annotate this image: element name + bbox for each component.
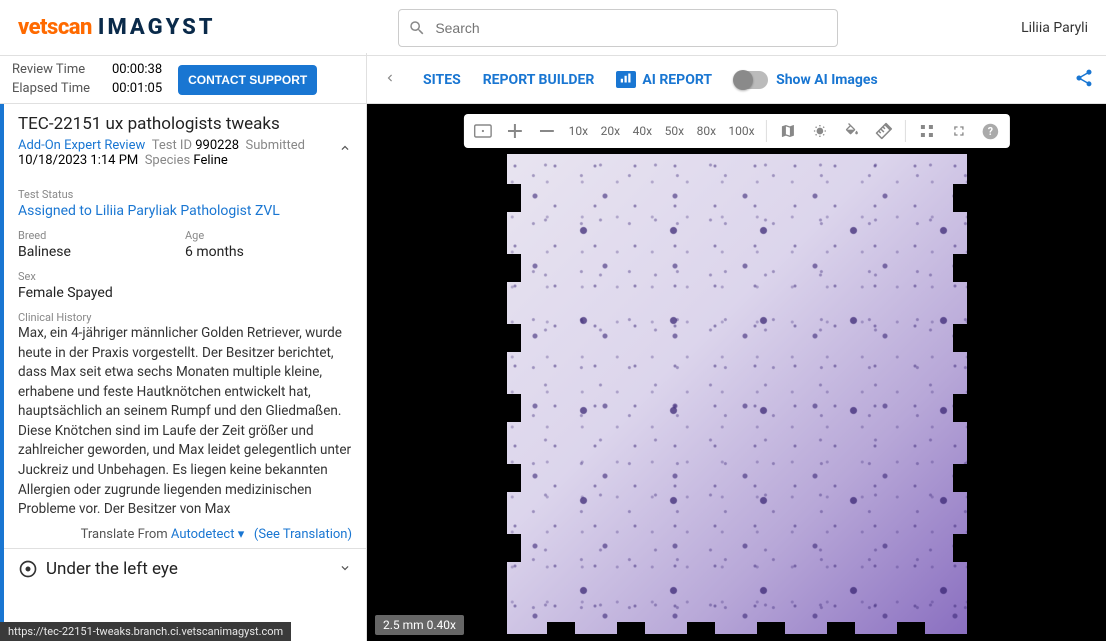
under-section[interactable]: Under the left eye bbox=[4, 548, 366, 589]
collapse-case-button[interactable] bbox=[338, 140, 352, 159]
show-ai-images-wrap: Show AI Images bbox=[734, 71, 878, 89]
species-label: Species bbox=[145, 153, 190, 168]
paint-button[interactable] bbox=[839, 118, 865, 144]
submitted-datetime: 10/18/2023 1:14 PM bbox=[18, 153, 138, 168]
grid-icon bbox=[919, 123, 935, 139]
breed-value: Balinese bbox=[18, 244, 185, 260]
ai-report-label: AI REPORT bbox=[642, 72, 712, 88]
assigned-link[interactable]: Assigned to Liliia Paryliak Pathologist … bbox=[18, 203, 352, 219]
age-label: Age bbox=[185, 229, 352, 242]
share-icon bbox=[1074, 68, 1094, 88]
fit-icon bbox=[473, 124, 491, 138]
share-button[interactable] bbox=[1074, 68, 1094, 92]
sex-label: Sex bbox=[18, 270, 352, 283]
test-status-label: Test Status bbox=[18, 188, 352, 201]
test-id-value: 990228 bbox=[195, 138, 239, 153]
zoom-80x-button[interactable]: 80x bbox=[693, 118, 719, 144]
case-title: TEC-22151 ux pathologists tweaks bbox=[18, 114, 352, 134]
plus-icon bbox=[507, 124, 521, 138]
grid-button[interactable] bbox=[914, 118, 940, 144]
ruler-icon bbox=[875, 122, 893, 140]
logo-imagyst: IMAGYST bbox=[98, 15, 216, 40]
submitted-label: Submitted bbox=[246, 138, 305, 153]
translate-row: Translate From Autodetect ▾ (See Transla… bbox=[4, 521, 366, 548]
zoom-in-button[interactable] bbox=[501, 118, 527, 144]
contact-support-button[interactable]: CONTACT SUPPORT bbox=[178, 65, 317, 95]
target-icon bbox=[18, 559, 38, 579]
breed-label: Breed bbox=[18, 229, 185, 242]
sidebar: TEC-22151 ux pathologists tweaks Add-On … bbox=[0, 104, 367, 641]
sites-link[interactable]: SITES bbox=[423, 72, 461, 88]
breadcrumb: SITES REPORT BUILDER AI REPORT Show AI I… bbox=[367, 68, 1106, 92]
report-builder-link[interactable]: REPORT BUILDER bbox=[483, 72, 595, 88]
zoom-50x-button[interactable]: 50x bbox=[661, 118, 687, 144]
app-header: vetscan IMAGYST Liliia Paryli bbox=[0, 0, 1106, 56]
search-wrap bbox=[398, 9, 838, 47]
toolbar: Review Time 00:00:38 Elapsed Time 00:01:… bbox=[0, 56, 1106, 104]
zoom-10x-button[interactable]: 10x bbox=[565, 118, 591, 144]
app-logo[interactable]: vetscan IMAGYST bbox=[18, 15, 216, 40]
chevron-up-icon bbox=[338, 141, 352, 155]
slide-image[interactable] bbox=[507, 154, 967, 634]
under-section-title: Under the left eye bbox=[46, 559, 178, 579]
search-input[interactable] bbox=[398, 9, 838, 47]
show-ai-images-label: Show AI Images bbox=[776, 72, 878, 88]
review-time-value: 00:00:38 bbox=[112, 61, 162, 79]
zoom-100x-button[interactable]: 100x bbox=[725, 118, 757, 144]
ai-report-link[interactable]: AI REPORT bbox=[616, 71, 712, 88]
map-icon bbox=[780, 123, 796, 139]
review-time-label: Review Time bbox=[12, 61, 94, 79]
fullscreen-icon bbox=[951, 123, 967, 139]
zoom-20x-button[interactable]: 20x bbox=[597, 118, 623, 144]
fit-screen-button[interactable] bbox=[469, 118, 495, 144]
svg-text:?: ? bbox=[988, 125, 993, 138]
detail-section: Test Status Assigned to Liliia Paryliak … bbox=[4, 176, 366, 521]
see-translation-link[interactable]: (See Translation) bbox=[254, 527, 352, 542]
translate-autodetect-dropdown[interactable]: Autodetect ▾ bbox=[171, 527, 248, 542]
fullscreen-button[interactable] bbox=[946, 118, 972, 144]
species-value: Feline bbox=[193, 153, 227, 168]
image-viewer[interactable]: 10x 20x 40x 50x 80x 100x ? bbox=[367, 104, 1106, 641]
toolbar-separator bbox=[766, 120, 767, 142]
paint-icon bbox=[844, 123, 860, 139]
viewer-toolbar: 10x 20x 40x 50x 80x 100x ? bbox=[463, 114, 1009, 148]
zoom-out-button[interactable] bbox=[533, 118, 559, 144]
times-block: Review Time 00:00:38 Elapsed Time 00:01:… bbox=[12, 61, 162, 97]
ruler-button[interactable] bbox=[871, 118, 897, 144]
browser-status-url: https://tec-22151-tweaks.branch.ci.vetsc… bbox=[0, 622, 291, 641]
minus-icon bbox=[539, 124, 553, 138]
case-header: TEC-22151 ux pathologists tweaks Add-On … bbox=[4, 104, 366, 176]
help-button[interactable]: ? bbox=[978, 118, 1004, 144]
logo-vetscan: vetscan bbox=[18, 15, 92, 40]
left-head: Review Time 00:00:38 Elapsed Time 00:01:… bbox=[0, 53, 367, 105]
help-icon: ? bbox=[982, 123, 999, 140]
search-icon bbox=[408, 19, 426, 37]
zoom-40x-button[interactable]: 40x bbox=[629, 118, 655, 144]
test-id-label: Test ID bbox=[152, 138, 192, 153]
toolbar-separator bbox=[905, 120, 906, 142]
expand-under-button[interactable] bbox=[338, 560, 352, 579]
history-text: Max, ein 4-jähriger männlicher Golden Re… bbox=[18, 324, 352, 519]
username-label[interactable]: Liliia Paryli bbox=[1021, 20, 1088, 36]
review-type: Add-On Expert Review bbox=[18, 138, 145, 153]
elapsed-time-label: Elapsed Time bbox=[12, 80, 94, 98]
chevron-down-icon bbox=[338, 561, 352, 575]
brightness-button[interactable] bbox=[807, 118, 833, 144]
age-value: 6 months bbox=[185, 244, 352, 260]
translate-from-label: Translate From bbox=[81, 527, 168, 542]
map-button[interactable] bbox=[775, 118, 801, 144]
sex-value: Female Spayed bbox=[18, 285, 352, 301]
back-button[interactable] bbox=[379, 69, 401, 90]
ai-report-icon bbox=[616, 71, 636, 88]
history-label: Clinical History bbox=[18, 311, 352, 324]
show-ai-images-toggle[interactable] bbox=[734, 71, 768, 89]
elapsed-time-value: 00:01:05 bbox=[112, 80, 162, 98]
main: TEC-22151 ux pathologists tweaks Add-On … bbox=[0, 104, 1106, 641]
scale-badge: 2.5 mm 0.40x bbox=[375, 615, 464, 635]
chevron-left-icon bbox=[383, 71, 397, 85]
brightness-icon bbox=[812, 123, 828, 139]
